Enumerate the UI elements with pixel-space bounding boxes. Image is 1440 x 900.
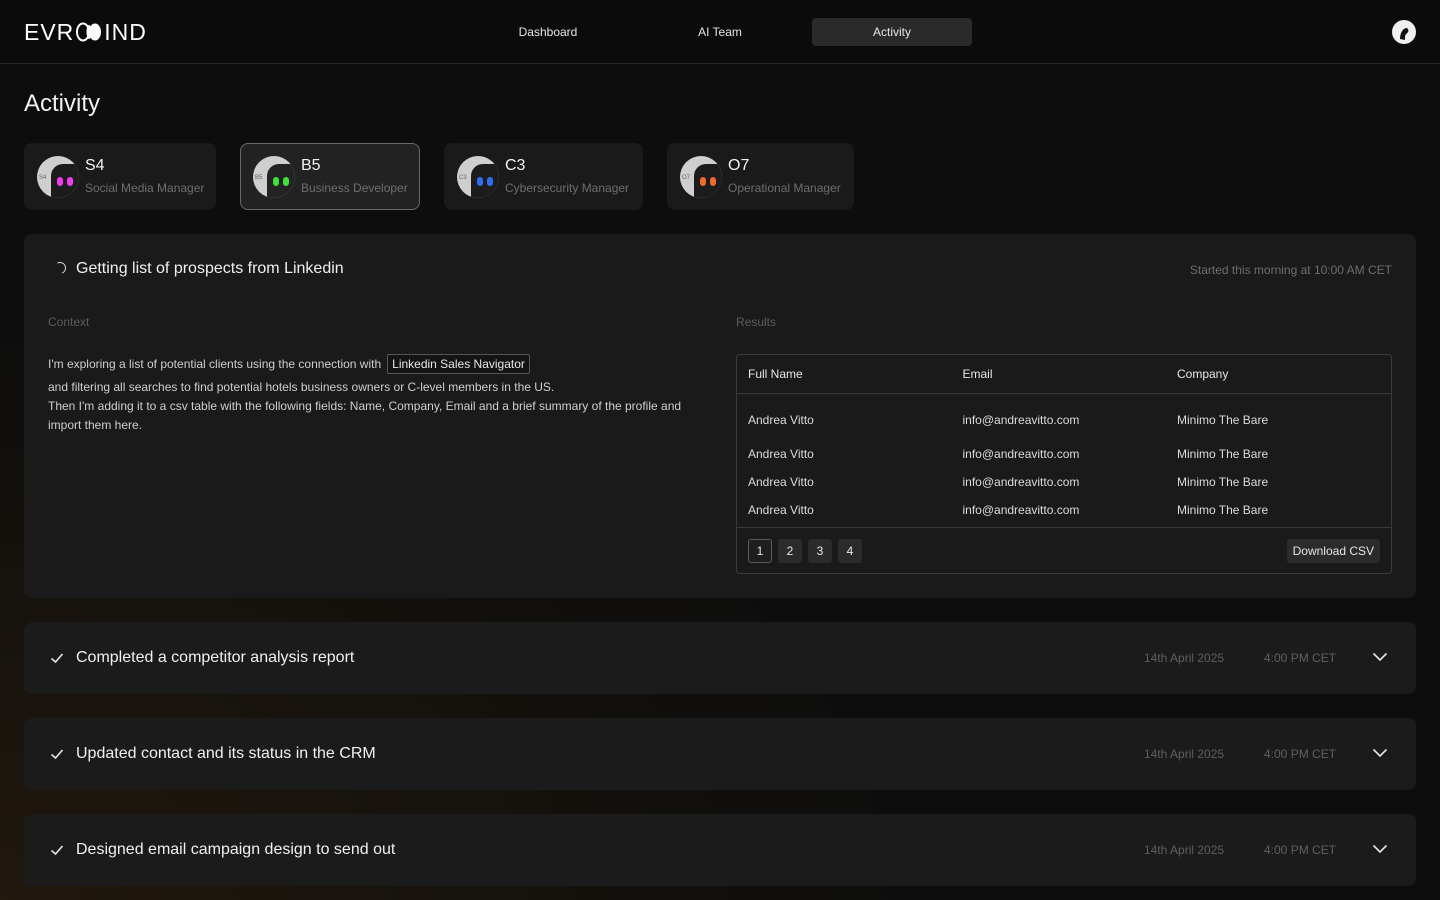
cell-company: Minimo The Bare (1177, 413, 1269, 427)
chevron-down-icon[interactable] (1372, 652, 1388, 662)
completed-task-row[interactable]: Completed a competitor analysis report 1… (24, 622, 1416, 694)
cell-name: Andrea Vitto (748, 447, 814, 461)
column-header: Full Name (748, 367, 803, 381)
column-header: Email (962, 367, 993, 381)
cell-email: info@andreavitto.com (962, 503, 1080, 517)
agent-card-c3[interactable]: C3 C3 Cybersecurity Manager (444, 143, 643, 210)
context-text: I'm exploring a list of potential client… (48, 354, 708, 435)
cell-name: Andrea Vitto (748, 503, 814, 517)
check-icon (50, 749, 64, 760)
agent-card-s4[interactable]: S4 S4 Social Media Manager (24, 143, 216, 210)
nav-ai-team[interactable]: AI Team (640, 18, 800, 46)
page-button-3[interactable]: 3 (808, 539, 832, 563)
agent-role: Cybersecurity Manager (505, 181, 630, 195)
task-time: 4:00 PM CET (1264, 843, 1337, 857)
cell-name: Andrea Vitto (748, 413, 814, 427)
task-date: 14th April 2025 (1144, 747, 1225, 761)
results-table: Full Name Email Company Andrea Vitto inf… (736, 354, 1392, 574)
agent-role: Social Media Manager (85, 181, 205, 195)
page-button-1[interactable]: 1 (748, 539, 772, 563)
cell-email: info@andreavitto.com (962, 447, 1080, 461)
task-start-time: Started this morning at 10:00 AM CET (1189, 263, 1392, 277)
cell-email: info@andreavitto.com (962, 413, 1080, 427)
tool-tag: Linkedin Sales Navigator (387, 354, 530, 374)
robot-avatar-icon: O7 (680, 156, 722, 198)
cell-company: Minimo The Bare (1177, 475, 1269, 489)
page-title: Activity (24, 90, 101, 117)
logo-text-left: EVR (24, 18, 75, 45)
task-time: 4:00 PM CET (1264, 651, 1337, 665)
logo-mark-icon (75, 22, 103, 42)
logo-text-right: IND (104, 18, 147, 45)
robot-avatar-icon: B5 (253, 156, 295, 198)
context-line: and filtering all searches to find poten… (48, 380, 555, 394)
agent-code: O7 (728, 157, 750, 174)
task-title: Updated contact and its status in the CR… (76, 745, 376, 762)
task-time: 4:00 PM CET (1264, 747, 1337, 761)
check-icon (50, 845, 64, 856)
task-title: Getting list of prospects from Linkedin (76, 260, 344, 277)
top-bar: EVR IND Dashboard AI Team Activity (0, 0, 1440, 64)
context-label: Context (48, 315, 90, 329)
context-line: Then I'm adding it to a csv table with t… (48, 399, 682, 432)
completed-task-row[interactable]: Designed email campaign design to send o… (24, 814, 1416, 886)
download-csv-button[interactable]: Download CSV (1286, 539, 1380, 563)
table-footer: 1 2 3 4 Download CSV (737, 527, 1391, 573)
agent-code: C3 (505, 157, 526, 174)
main-nav: Dashboard AI Team Activity (468, 18, 984, 46)
task-title: Completed a competitor analysis report (76, 649, 355, 666)
page-button-2[interactable]: 2 (778, 539, 802, 563)
context-intro: I'm exploring a list of potential client… (48, 356, 382, 371)
cell-company: Minimo The Bare (1177, 447, 1269, 461)
cell-name: Andrea Vitto (748, 475, 814, 489)
chevron-down-icon[interactable] (1372, 748, 1388, 758)
completed-task-row[interactable]: Updated contact and its status in the CR… (24, 718, 1416, 790)
active-task-panel: Getting list of prospects from Linkedin … (24, 234, 1416, 598)
cell-company: Minimo The Bare (1177, 503, 1269, 517)
agent-code: S4 (85, 157, 105, 174)
loading-spinner-icon (52, 260, 68, 276)
page-button-4[interactable]: 4 (838, 539, 862, 563)
chevron-down-icon[interactable] (1372, 844, 1388, 854)
column-header: Company (1177, 367, 1229, 381)
user-avatar-icon[interactable] (1392, 20, 1416, 44)
table-row: Andrea Vitto info@andreavitto.com Minimo… (737, 440, 1391, 468)
results-label: Results (736, 315, 777, 329)
nav-activity[interactable]: Activity (812, 18, 972, 46)
task-date: 14th April 2025 (1144, 651, 1225, 665)
task-date: 14th April 2025 (1144, 843, 1225, 857)
cell-email: info@andreavitto.com (962, 475, 1080, 489)
logo[interactable]: EVR IND (24, 18, 147, 45)
agent-role: Operational Manager (728, 181, 841, 195)
agent-code: B5 (301, 157, 321, 174)
robot-avatar-icon: C3 (457, 156, 499, 198)
table-header: Full Name Email Company (737, 355, 1391, 394)
agent-role: Business Developer (301, 181, 408, 195)
table-row: Andrea Vitto info@andreavitto.com Minimo… (737, 496, 1391, 524)
check-icon (50, 653, 64, 664)
table-body: Andrea Vitto info@andreavitto.com Minimo… (737, 394, 1391, 527)
nav-dashboard[interactable]: Dashboard (468, 18, 628, 46)
agent-card-b5[interactable]: B5 B5 Business Developer (240, 143, 420, 210)
robot-avatar-icon: S4 (37, 156, 79, 198)
task-title: Designed email campaign design to send o… (76, 841, 396, 858)
table-row: Andrea Vitto info@andreavitto.com Minimo… (737, 468, 1391, 496)
table-row: Andrea Vitto info@andreavitto.com Minimo… (737, 406, 1391, 434)
agent-list: S4 S4 Social Media Manager B5 B5 Busines… (24, 143, 878, 210)
agent-card-o7[interactable]: O7 O7 Operational Manager (667, 143, 854, 210)
